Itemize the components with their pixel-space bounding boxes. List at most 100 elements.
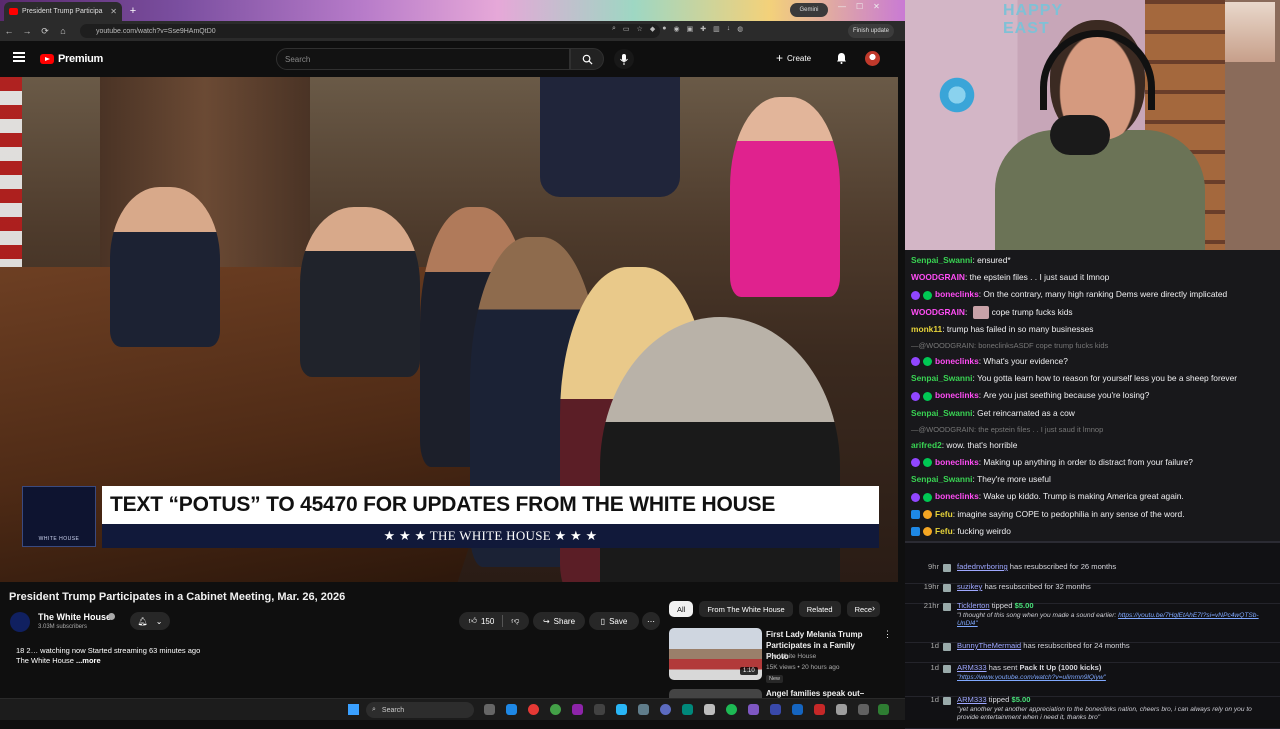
description-more-link[interactable]: ...more [76, 656, 101, 665]
obs-icon[interactable] [572, 704, 583, 715]
event-note: "I thought of this song when you made a … [957, 612, 1259, 627]
search-input[interactable]: Search [276, 48, 570, 70]
chip-recent[interactable]: Rece [846, 601, 881, 617]
app-icon[interactable] [814, 704, 825, 715]
chat-badge-icon [923, 526, 932, 536]
app-icon[interactable] [770, 704, 781, 715]
menu-icon[interactable] [13, 52, 25, 62]
home-icon[interactable]: ⌂ [54, 26, 72, 36]
event-username[interactable]: fadednvrboring [957, 562, 1008, 571]
thumbs-up-icon[interactable]: 👍︎ [469, 616, 477, 626]
puzzle-icon[interactable]: ✚ [700, 25, 706, 33]
chat-username[interactable]: boneclinks [935, 488, 979, 505]
description-box[interactable]: 18 2… watching now Started streaming 63 … [9, 642, 659, 672]
taskbar-search[interactable]: ⌕ Search [366, 702, 474, 718]
back-icon[interactable]: ← [0, 26, 18, 36]
video-player[interactable]: WHITE HOUSE TEXT “POTUS” TO 45470 FOR UP… [0, 77, 898, 582]
close-window-icon[interactable]: ✕ [873, 2, 880, 11]
extension-icon[interactable]: ◉ [673, 25, 679, 33]
app-icon[interactable] [748, 704, 759, 715]
extension-icon[interactable]: ● [662, 25, 666, 33]
chat-username[interactable]: monk11 [911, 321, 942, 338]
headphones [1040, 30, 1155, 110]
sidebar-icon[interactable]: ▥ [713, 25, 720, 33]
account-avatar[interactable] [865, 51, 880, 66]
app-icon[interactable] [836, 704, 847, 715]
chevron-right-icon[interactable]: › [872, 603, 875, 613]
youtube-logo[interactable]: Premium [40, 53, 103, 65]
search-button[interactable] [570, 48, 604, 70]
reload-icon[interactable]: ⟳ [36, 26, 54, 37]
app-icon[interactable] [638, 704, 649, 715]
spotify-icon[interactable] [726, 704, 737, 715]
chat-username[interactable]: Senpai_Swanni [911, 370, 972, 387]
event-username[interactable]: suzikey [957, 582, 982, 591]
bookmark-star-icon[interactable]: ☆ [637, 25, 643, 33]
chip-related[interactable]: Related [798, 601, 841, 617]
channel-name[interactable]: The White House [38, 612, 111, 622]
app-icon[interactable] [858, 704, 869, 715]
event-link[interactable]: "https://www.youtube.com/watch?v=ulimmn9… [957, 674, 1106, 681]
share-button[interactable]: ↪ Share [533, 612, 585, 630]
chat-username[interactable]: boneclinks [935, 454, 979, 471]
chat-username[interactable]: boneclinks [935, 286, 979, 303]
gemini-button[interactable]: Gemini [790, 3, 828, 17]
discord-icon[interactable] [660, 704, 671, 715]
app-icon[interactable] [704, 704, 715, 715]
like-count[interactable]: 150 [481, 617, 494, 626]
new-tab-button[interactable]: + [126, 4, 140, 18]
app-icon[interactable] [682, 704, 693, 715]
cast-icon[interactable]: ▭ [623, 25, 630, 33]
forward-icon[interactable]: → [18, 26, 36, 36]
subscription-bell-button[interactable]: 🔔︎ ⌄ [130, 612, 170, 630]
chip-all[interactable]: All [669, 601, 694, 617]
video-duration: 1:10 [740, 667, 758, 675]
extension-icon[interactable]: ▣ [687, 25, 694, 33]
create-button[interactable]: + Create [776, 51, 811, 65]
thumbs-down-icon[interactable]: 👎︎ [511, 616, 519, 626]
chat-username[interactable]: WOODGRAIN [911, 304, 965, 321]
more-vertical-icon[interactable]: ⋮ [883, 629, 892, 640]
more-actions-button[interactable]: ⋯ [642, 612, 660, 630]
chrome-icon[interactable] [550, 704, 561, 715]
event-username[interactable]: Ticklerton [957, 601, 990, 610]
channel-avatar[interactable] [10, 612, 30, 632]
task-view-icon[interactable] [484, 704, 495, 715]
chat-username[interactable]: WOODGRAIN [911, 269, 965, 286]
chat-username[interactable]: Senpai_Swanni [911, 252, 972, 269]
notifications-bell-icon[interactable] [836, 52, 847, 64]
chat-username[interactable]: boneclinks [935, 387, 979, 404]
close-tab-icon[interactable]: ✕ [110, 7, 117, 16]
minimize-icon[interactable]: — [838, 2, 846, 11]
chat-username[interactable]: boneclinks [935, 353, 979, 370]
tab-youtube[interactable]: President Trump Participa ✕ [4, 2, 122, 21]
event-username[interactable]: BunnyTheMermaid [957, 641, 1021, 650]
edge-icon[interactable] [506, 704, 517, 715]
extension-icon[interactable]: ◆ [650, 25, 655, 33]
verified-icon [108, 613, 115, 620]
recommended-title[interactable]: Angel families speak out– [766, 689, 864, 698]
event-username[interactable]: ARM333 [957, 663, 987, 672]
app-icon[interactable] [792, 704, 803, 715]
download-icon[interactable]: ↓ [727, 25, 731, 33]
event-username[interactable]: ARM333 [957, 695, 987, 704]
save-button[interactable]: ▯ Save [589, 612, 639, 630]
chat-username[interactable]: Senpai_Swanni [911, 471, 972, 488]
chat-username[interactable]: Fefu [935, 523, 953, 540]
finish-update-button[interactable]: Finish update [848, 24, 894, 38]
zoom-icon[interactable]: ⌕ [612, 25, 616, 33]
chrome-icon[interactable] [528, 704, 539, 715]
chip-from-channel[interactable]: From The White House [699, 601, 793, 617]
telegram-icon[interactable] [616, 704, 627, 715]
chat-username[interactable]: Senpai_Swanni [911, 405, 972, 422]
chat-username[interactable]: arifred2 [911, 437, 942, 454]
terminal-icon[interactable] [594, 704, 605, 715]
windows-start-icon[interactable] [348, 704, 359, 715]
profile-icon[interactable]: ◍ [737, 25, 743, 33]
voice-search-button[interactable] [614, 49, 634, 69]
person [300, 207, 420, 377]
chat-username[interactable]: Fefu [935, 506, 953, 523]
app-icon[interactable] [878, 704, 889, 715]
maximize-icon[interactable]: ☐ [856, 2, 863, 11]
url-input[interactable]: youtube.com/watch?v=Sse9HAmQtD0 [80, 24, 660, 38]
